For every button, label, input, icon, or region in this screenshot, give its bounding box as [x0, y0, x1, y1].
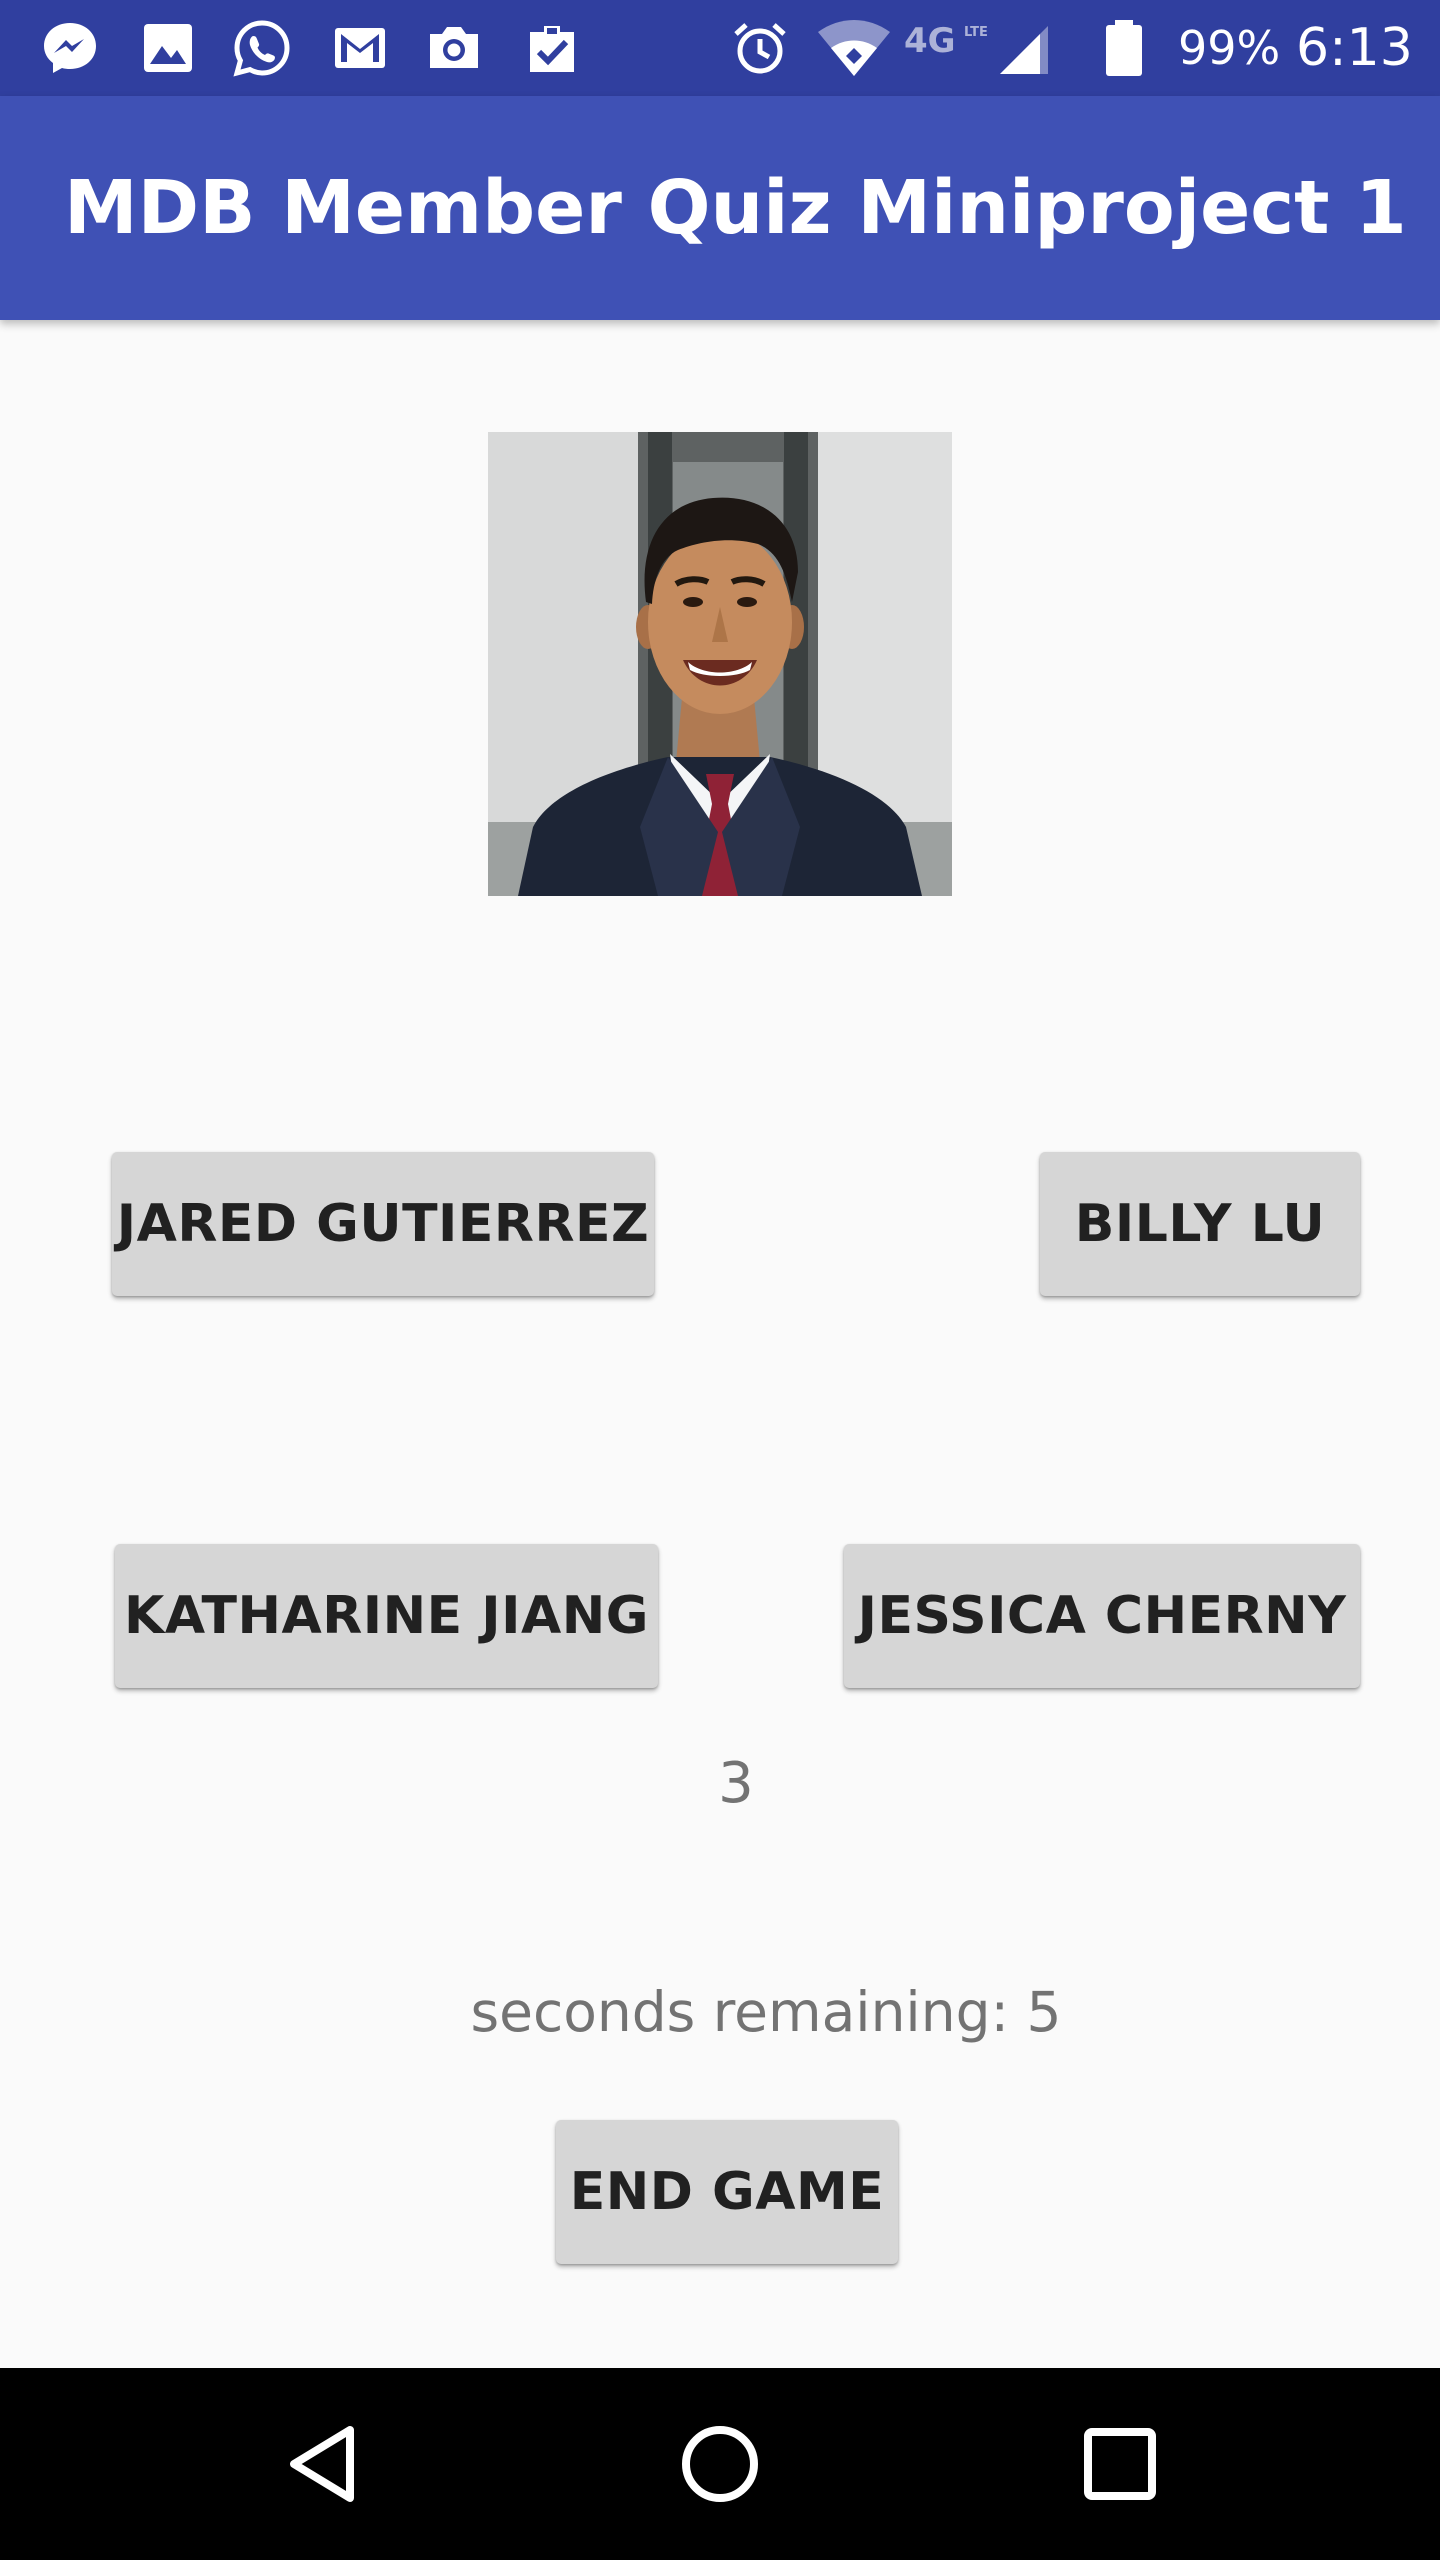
member-photo [488, 432, 952, 896]
gmail-icon [335, 28, 385, 68]
svg-text:LTE: LTE [964, 25, 988, 40]
recents-icon [1084, 2428, 1156, 2500]
camera-icon [430, 27, 478, 68]
battery-icon [1106, 20, 1142, 76]
timer-text: seconds remaining: 5 [470, 1980, 1062, 2044]
clipboard-check-icon [530, 26, 574, 72]
home-icon [682, 2426, 758, 2502]
status-bar: 4G LTE 99% 6:13 [0, 0, 1440, 96]
back-button[interactable] [266, 2408, 378, 2520]
answer-option-button[interactable]: BILLY LU [1040, 1152, 1360, 1296]
score-value: 3 [718, 1751, 754, 1816]
svg-text:4G: 4G [904, 21, 956, 61]
network-4g-lte-icon: 4G LTE [904, 21, 988, 61]
whatsapp-icon [233, 20, 290, 77]
home-button[interactable] [664, 2408, 776, 2520]
answer-option-button[interactable]: JESSICA CHERNY [844, 1544, 1360, 1688]
navigation-bar [0, 2368, 1440, 2560]
alarm-icon [734, 23, 786, 74]
app-bar: MDB Member Quiz Miniproject 1 [0, 96, 1440, 320]
messenger-icon [44, 23, 96, 73]
wifi-icon [818, 20, 890, 76]
app-title: MDB Member Quiz Miniproject 1 [64, 165, 1407, 251]
battery-percent: 99% [1178, 21, 1281, 75]
recents-button[interactable] [1064, 2408, 1176, 2520]
gallery-icon [144, 24, 192, 72]
answer-option-button[interactable]: JARED GUTIERREZ [112, 1152, 654, 1296]
clock-time: 6:13 [1296, 18, 1413, 78]
back-icon [290, 2426, 354, 2502]
cell-signal-icon [1000, 26, 1048, 74]
answer-option-button[interactable]: KATHARINE JIANG [115, 1544, 658, 1688]
end-game-button[interactable]: END GAME [556, 2120, 898, 2264]
